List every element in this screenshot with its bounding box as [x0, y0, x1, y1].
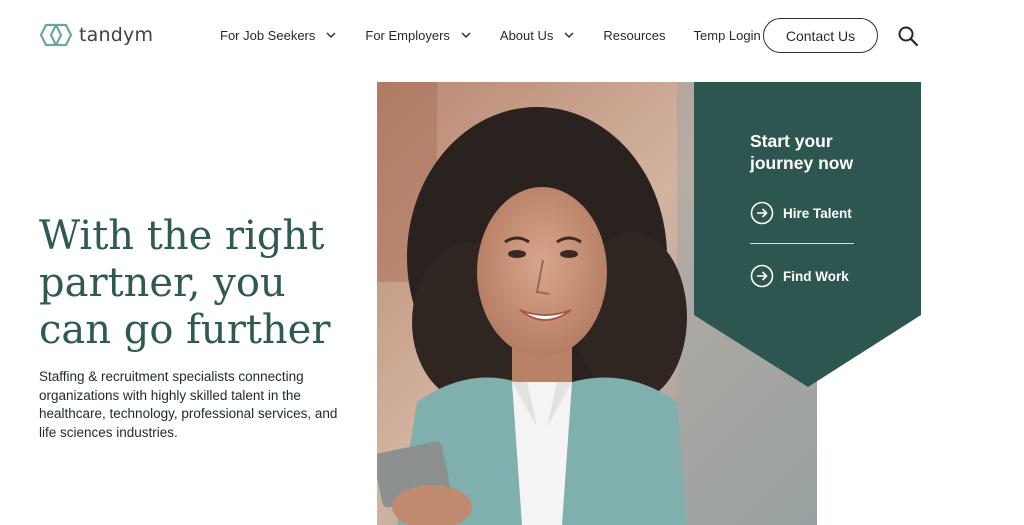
hire-talent-label: Hire Talent: [783, 205, 852, 221]
chevron-down-icon: [326, 32, 336, 39]
find-work-label: Find Work: [783, 268, 849, 284]
cta-title: Start your journey now: [750, 131, 854, 173]
hero-subtitle: Staffing & recruitment specialists conne…: [39, 369, 338, 440]
brand-name: tandym: [79, 24, 154, 46]
nav-label: Resources: [603, 27, 666, 43]
cta-panel-background: [694, 82, 921, 387]
arrow-circle-right-icon: [750, 264, 774, 288]
hexagon-link-logo-icon: [39, 23, 73, 47]
search-icon[interactable]: [897, 25, 919, 47]
nav-label: For Employers: [365, 27, 450, 43]
nav-item-employers[interactable]: For Employers: [365, 24, 472, 46]
contact-us-button[interactable]: Contact Us: [763, 18, 878, 53]
journey-cta-panel: Start your journey now Hire Talent Find …: [694, 82, 921, 387]
main-nav: For Job Seekers For Employers About Us R…: [220, 24, 789, 46]
chevron-down-icon: [461, 32, 471, 39]
nav-label: About Us: [499, 27, 554, 43]
nav-label: Temp Login: [693, 27, 761, 43]
site-header: tandym For Job Seekers For Employers Abo…: [0, 0, 1024, 72]
nav-item-about-us[interactable]: About Us: [500, 24, 575, 46]
find-work-link[interactable]: Find Work: [750, 264, 849, 288]
hire-talent-link[interactable]: Hire Talent: [750, 201, 852, 225]
hero-title: With the right partner, you can go furth…: [39, 213, 331, 353]
chevron-down-icon: [564, 32, 574, 39]
cta-divider: [750, 243, 854, 244]
tandym-logo[interactable]: tandym: [39, 22, 153, 48]
nav-item-resources[interactable]: Resources: [603, 24, 665, 46]
nav-item-temp-login[interactable]: Temp Login: [694, 24, 761, 46]
nav-label: For Job Seekers: [220, 27, 316, 43]
nav-item-job-seekers[interactable]: For Job Seekers: [220, 24, 337, 46]
arrow-circle-right-icon: [750, 201, 774, 225]
